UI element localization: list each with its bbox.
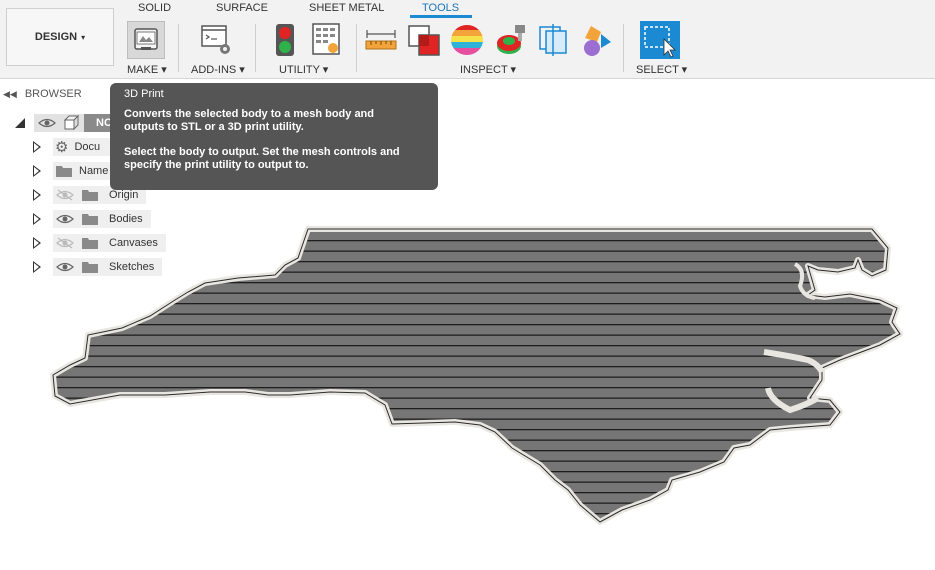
tooltip-title: 3D Print bbox=[124, 88, 164, 100]
tooltip-text: Converts the selected body to a mesh bod… bbox=[124, 108, 374, 120]
tooltip-text: specify the print utility to output to. bbox=[124, 159, 309, 171]
model-body[interactable] bbox=[50, 226, 903, 525]
tooltip-text: Select the body to output. Set the mesh … bbox=[124, 146, 400, 158]
tooltip-3d-print: 3D Print Converts the selected body to a… bbox=[110, 83, 438, 190]
tooltip-text: outputs to STL or a 3D print utility. bbox=[124, 121, 304, 133]
